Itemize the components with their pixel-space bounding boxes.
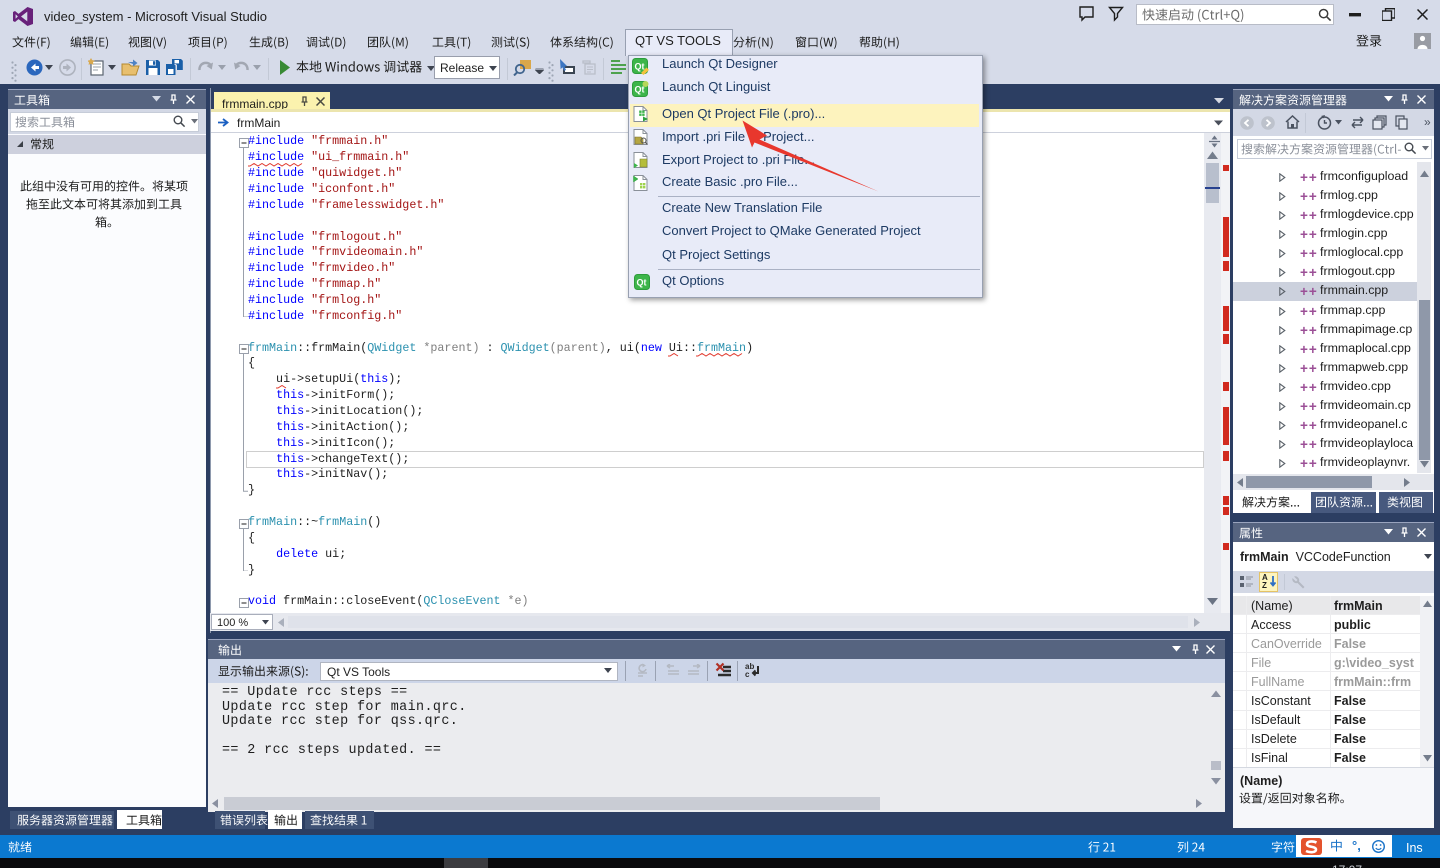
svg-text:Qt: Qt [635, 62, 645, 72]
svg-text:Qt: Qt [635, 85, 645, 95]
svg-text:c: c [745, 670, 750, 679]
svg-text:Qt: Qt [637, 278, 647, 288]
